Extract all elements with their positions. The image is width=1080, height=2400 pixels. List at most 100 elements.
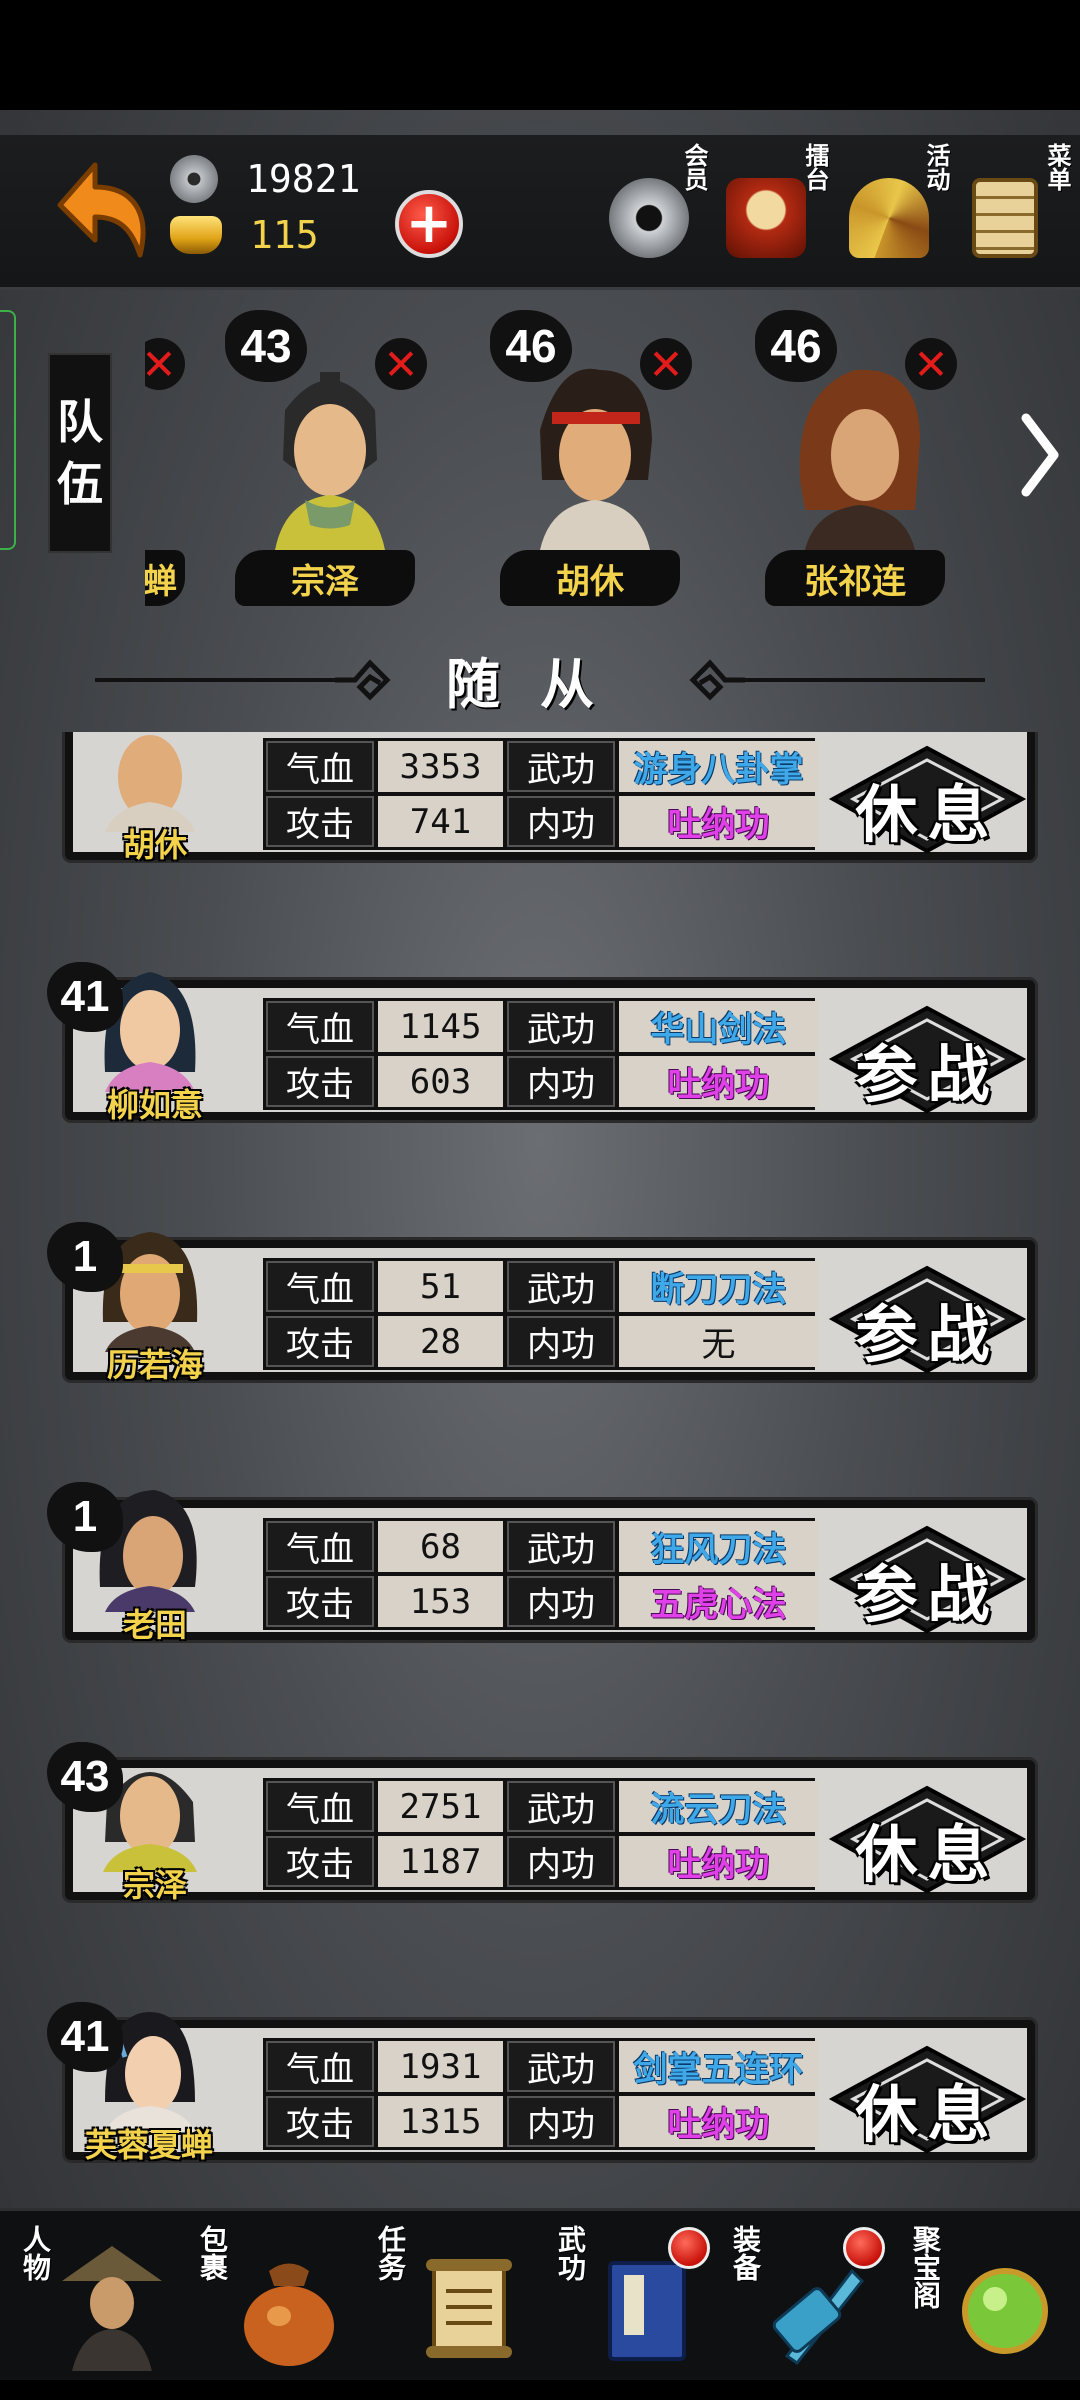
follower-level: 1 (47, 1222, 123, 1292)
inner-value: 无 (619, 1316, 818, 1367)
rest-button[interactable]: 休息 (825, 2042, 1030, 2157)
attack-label: 攻击 (266, 796, 374, 847)
activity-fan-icon (849, 178, 929, 258)
attack-label: 攻击 (266, 1056, 374, 1107)
inner-value[interactable]: 五虎心法 (619, 1576, 818, 1627)
team-next-arrow-icon[interactable] (1020, 410, 1060, 500)
skill-label: 武功 (507, 1521, 615, 1572)
back-arrow-icon[interactable] (40, 145, 160, 275)
skill-value[interactable]: 断刀刀法 (619, 1261, 818, 1312)
skill-label: 武功 (507, 1261, 615, 1312)
title-divider-left (95, 678, 345, 682)
nav-martial-arts[interactable]: 武功 (540, 2211, 716, 2400)
attack-label: 攻击 (266, 1316, 374, 1367)
attack-value: 603 (378, 1056, 503, 1107)
hp-label: 气血 (266, 741, 374, 792)
follower-row: 41 柳如意 气血 1145 武功 华山剑法 攻击 603 内功 吐纳功 参战 (47, 962, 1045, 1124)
side-tab-bracket (0, 310, 16, 550)
nav-bag[interactable]: 包裹 (182, 2211, 358, 2400)
followers-title-text: 随从 (446, 653, 634, 716)
recharge-plus-button[interactable]: + (395, 190, 463, 258)
team-member-card[interactable]: 46 ✕ 胡休 (490, 310, 692, 610)
team-member-portrait (540, 368, 652, 550)
follower-name: 历若海 (106, 1346, 203, 1384)
skill-value[interactable]: 华山剑法 (619, 1001, 818, 1052)
equipment-notification-dot (843, 2227, 885, 2269)
follower-list[interactable]: 胡休 气血 3353 武功 游身八卦掌 攻击 741 内功 吐纳功 休息 41 … (0, 732, 1080, 2202)
skill-value[interactable]: 游身八卦掌 (619, 741, 818, 792)
team-member-name: 张祁连 (765, 550, 945, 606)
nav-treasure-pavilion-label: 聚宝阁 (909, 2225, 942, 2309)
rest-button-label: 休息 (855, 778, 1000, 851)
nav-equipment-label: 装备 (729, 2225, 762, 2281)
nav-treasure-pavilion[interactable]: 聚宝阁 (895, 2211, 1071, 2400)
inner-value[interactable]: 吐纳功 (619, 1056, 818, 1107)
skill-label: 武功 (507, 1001, 615, 1052)
inner-label: 内功 (507, 1576, 615, 1627)
hp-label: 气血 (266, 1001, 374, 1052)
inner-value[interactable]: 吐纳功 (619, 1836, 818, 1887)
team-member-card[interactable]: 46 ✕ 张祁连 (755, 310, 957, 610)
inner-value[interactable]: 吐纳功 (619, 2096, 818, 2147)
follower-stats-table: 气血 51 武功 断刀刀法 攻击 28 内功 无 (263, 1258, 818, 1370)
team-member-strip[interactable]: ✕ 蝉 43 ✕ 宗泽 46 ✕ 胡休 46 ✕ 张祁连 (145, 310, 995, 610)
follower-portrait (105, 735, 195, 832)
skill-value[interactable]: 流云刀法 (619, 1781, 818, 1832)
silver-coin-icon (170, 155, 218, 203)
main-menu-button[interactable]: 菜单 (970, 143, 1075, 283)
main-menu-label: 菜单 (1043, 143, 1071, 191)
arena-label: 擂台 (801, 143, 829, 191)
skill-value[interactable]: 剑掌五连环 (619, 2041, 818, 2092)
team-tab[interactable]: 队 伍 (48, 353, 112, 553)
attack-label: 攻击 (266, 1576, 374, 1627)
follower-name: 芙蓉夏蝉 (84, 2126, 213, 2164)
gold-amount: 115 (250, 213, 319, 257)
follower-stats-table: 气血 68 武功 狂风刀法 攻击 153 内功 五虎心法 (263, 1518, 818, 1630)
hp-value: 1931 (378, 2041, 503, 2092)
nav-character-label: 人物 (19, 2225, 52, 2281)
team-member-name: 宗泽 (235, 550, 415, 606)
attack-value: 28 (378, 1316, 503, 1367)
system-navigation-bar (0, 2380, 1080, 2400)
hp-value: 3353 (378, 741, 503, 792)
status-bar (0, 0, 1080, 110)
rest-button-label: 休息 (855, 1818, 1000, 1891)
follower-stats-table: 气血 2751 武功 流云刀法 攻击 1187 内功 吐纳功 (263, 1778, 818, 1890)
team-tab-char-2: 伍 (57, 457, 103, 511)
activity-button[interactable]: 活动 (845, 143, 955, 283)
attack-value: 741 (378, 796, 503, 847)
followers-section-title: 随从 (95, 640, 985, 720)
join-battle-button-label: 参战 (855, 1558, 1000, 1631)
gold-currency: 115 (170, 213, 319, 257)
skill-value[interactable]: 狂风刀法 (619, 1521, 818, 1572)
quest-scroll-icon (426, 2259, 512, 2358)
join-battle-button[interactable]: 参战 (825, 1522, 1030, 1637)
rest-button[interactable]: 休息 (825, 742, 1030, 857)
rest-button[interactable]: 休息 (825, 1782, 1030, 1897)
inner-value[interactable]: 吐纳功 (619, 796, 818, 847)
nav-equipment[interactable]: 装备 (715, 2211, 891, 2400)
team-member-name: 胡休 (500, 550, 680, 606)
team-member-name-partial: 蝉 (145, 550, 185, 606)
hp-value: 1145 (378, 1001, 503, 1052)
team-member-card[interactable]: 43 ✕ 宗泽 (225, 310, 427, 610)
join-battle-button[interactable]: 参战 (825, 1002, 1030, 1117)
inner-label: 内功 (507, 1056, 615, 1107)
top-bar: 19821 115 + 会员 擂台 活动 菜单 (0, 135, 1080, 290)
join-battle-button[interactable]: 参战 (825, 1262, 1030, 1377)
silver-amount: 19821 (246, 157, 361, 201)
martial-arts-notification-dot (668, 2227, 710, 2269)
follower-stats-table: 气血 3353 武功 游身八卦掌 攻击 741 内功 吐纳功 (263, 738, 818, 850)
arena-button[interactable]: 擂台 (720, 143, 830, 283)
nav-character[interactable]: 人物 (5, 2211, 181, 2400)
bag-icon (244, 2263, 334, 2366)
attack-label: 攻击 (266, 1836, 374, 1887)
game-screen: 19821 115 + 会员 擂台 活动 菜单 队 伍 ✕ 蝉 43 ✕ 宗泽 … (0, 110, 1080, 2400)
attack-value: 153 (378, 1576, 503, 1627)
title-divider-right (735, 678, 985, 682)
nav-quest[interactable]: 任务 (360, 2211, 536, 2400)
follower-row: 胡休 气血 3353 武功 游身八卦掌 攻击 741 内功 吐纳功 休息 (55, 732, 1045, 864)
team-tab-char-1: 队 (57, 395, 103, 449)
remove-member-icon[interactable]: ✕ (145, 338, 185, 390)
vip-button[interactable]: 会员 (605, 143, 715, 283)
